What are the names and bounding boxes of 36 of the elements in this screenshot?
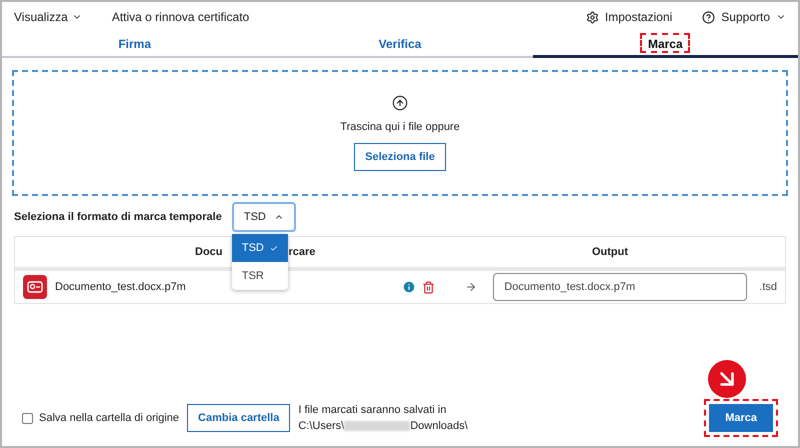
arrow-icon (465, 281, 478, 293)
tab[interactable]: Verifica (267, 32, 533, 56)
settings-button[interactable]: Impostazioni (586, 8, 672, 26)
tab[interactable]: Firma (2, 32, 268, 56)
format-option[interactable]: TSD (232, 234, 288, 262)
menu-link[interactable]: Attiva o rinnova certificato (112, 8, 250, 26)
upload-icon (392, 94, 408, 111)
change-folder-button[interactable]: Cambia cartella (187, 404, 290, 432)
save-info: I file marcati saranno salvati in (298, 403, 448, 418)
column-header: rcare (288, 244, 316, 260)
certificate-file-icon (23, 275, 47, 299)
output-field[interactable]: Documento_test.docx.p7m (493, 273, 748, 301)
path-end: Downloads\ (410, 419, 468, 434)
file-name: Documento_test.docx.p7m (55, 280, 186, 295)
select-file-button[interactable]: Seleziona file (354, 143, 446, 172)
file-extension: .tsd (759, 280, 777, 295)
format-label: Seleziona il formato di marca temporale (14, 210, 222, 225)
redacted-block (344, 421, 410, 431)
support-button[interactable]: Supporto (702, 8, 786, 26)
format-option[interactable]: TSR (232, 262, 288, 290)
help-icon (702, 10, 716, 24)
column-header: Output (592, 244, 628, 260)
checkbox[interactable] (22, 412, 33, 424)
column-header: Docu (195, 244, 222, 260)
path-start: C:\Users\ (298, 419, 344, 434)
tab[interactable]: Marca (532, 32, 798, 58)
annotation-frame (640, 33, 690, 53)
drop-hint: Trascina qui i file oppure (340, 120, 460, 135)
info-icon[interactable] (402, 280, 416, 294)
format-select[interactable]: TSD (232, 202, 296, 232)
settings-icon (586, 10, 599, 24)
delete-icon[interactable] (422, 280, 436, 294)
drop-area[interactable]: Trascina qui i file oppure Seleziona file (12, 70, 788, 196)
submit-button[interactable]: Marca (709, 404, 773, 432)
view-menu[interactable]: Visualizza (14, 8, 82, 26)
checkbox-label: Salva nella cartella di origine (39, 410, 180, 426)
